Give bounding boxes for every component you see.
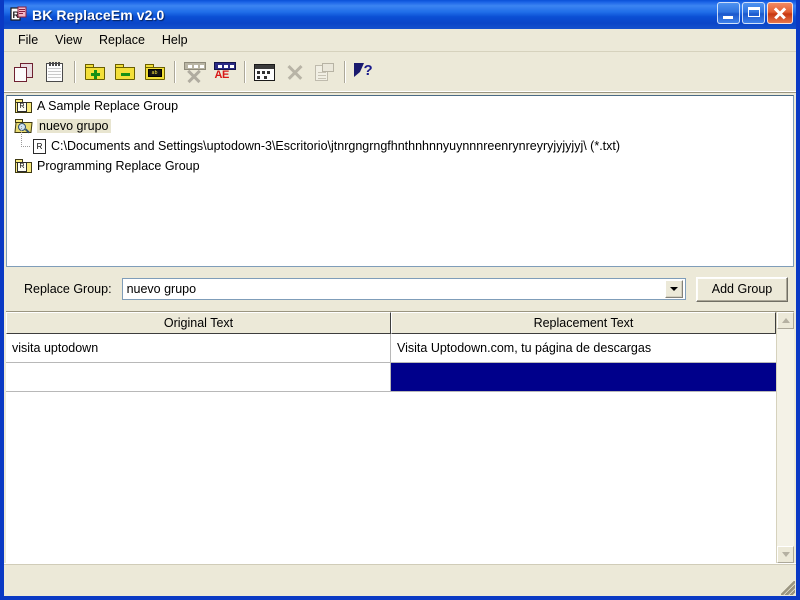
add-group-button[interactable]: Add Group: [696, 276, 788, 302]
app-icon[interactable]: R: [10, 6, 28, 24]
scroll-up-arrow-icon[interactable]: [777, 312, 794, 329]
new-notepad-icon: [46, 61, 63, 82]
copy-documents-button[interactable]: [11, 59, 38, 85]
add-group-folder-icon: [84, 64, 105, 80]
tree-node-label: A Sample Replace Group: [37, 99, 179, 113]
minimize-icon: [723, 16, 733, 19]
replacements-grid-wrapper: Original Text Replacement Text visita up…: [6, 311, 794, 563]
tree-node-programming-group[interactable]: R Programming Replace Group: [7, 156, 793, 176]
remove-file-icon: [286, 63, 304, 81]
toolbar-separator-4: [344, 61, 346, 83]
scrollbar-track[interactable]: [777, 329, 794, 546]
edit-replacement-ae-button[interactable]: AE: [211, 59, 238, 85]
table-row[interactable]: visita uptodown Visita Uptodown.com, tu …: [6, 334, 776, 363]
menu-item-file[interactable]: File: [10, 30, 47, 50]
edit-replacement-ae-icon: AE: [213, 62, 236, 82]
tree-node-label: nuevo grupo: [37, 119, 111, 133]
add-group-folder-button[interactable]: [81, 59, 108, 85]
copy-documents-icon: [14, 62, 35, 82]
replace-group-label: Replace Group:: [24, 282, 112, 296]
remove-file-button: [281, 59, 308, 85]
client-area: File View Replace Help ab AE ? R A Sampl…: [4, 29, 796, 596]
grid-body: visita uptodown Visita Uptodown.com, tu …: [6, 334, 776, 563]
context-help-button[interactable]: ?: [351, 59, 378, 85]
toolbar-separator-2: [174, 61, 176, 83]
maximize-button[interactable]: [742, 2, 765, 24]
table-row[interactable]: [6, 363, 776, 392]
replacements-grid: Original Text Replacement Text visita up…: [6, 312, 794, 563]
replace-group-row: Replace Group: nuevo grupo Add Group: [4, 267, 796, 311]
tree-node-label: C:\Documents and Settings\uptodown-3\Esc…: [51, 139, 621, 153]
menu-bar: File View Replace Help: [4, 29, 796, 52]
status-bar: [4, 563, 796, 596]
grid-main: Original Text Replacement Text visita up…: [6, 312, 776, 563]
toolbar-separator-3: [244, 61, 246, 83]
tree-node-file-path[interactable]: R C:\Documents and Settings\uptodown-3\E…: [7, 126, 793, 156]
file-list-window-icon: [254, 63, 275, 81]
file-properties-button: [311, 59, 338, 85]
remove-group-folder-button[interactable]: [111, 59, 138, 85]
replace-group-tree[interactable]: R A Sample Replace Group nuevo grupo R C…: [6, 95, 794, 267]
delete-replacement-button: [181, 59, 208, 85]
replace-group-folder-icon: R: [15, 159, 32, 173]
edit-group-folder-button[interactable]: ab: [141, 59, 168, 85]
scroll-down-arrow-icon[interactable]: [777, 546, 794, 563]
cell-replacement-text[interactable]: Visita Uptodown.com, tu página de descar…: [391, 334, 776, 363]
chevron-down-icon[interactable]: [665, 280, 683, 298]
resize-grip-icon[interactable]: [781, 581, 795, 595]
cell-original-text[interactable]: [6, 363, 391, 392]
new-notepad-button[interactable]: [41, 59, 68, 85]
column-header-replacement-text[interactable]: Replacement Text: [391, 312, 776, 334]
replace-group-combobox[interactable]: nuevo grupo: [121, 278, 686, 300]
toolbar: ab AE ?: [4, 52, 796, 93]
menu-item-help[interactable]: Help: [154, 30, 197, 50]
tree-node-sample-group[interactable]: R A Sample Replace Group: [7, 96, 793, 116]
application-window: R BK ReplaceEm v2.0 File View Replace He…: [0, 0, 800, 600]
column-header-original-text[interactable]: Original Text: [6, 312, 391, 334]
tree-connector-line: [21, 126, 33, 156]
grid-vertical-scrollbar[interactable]: [776, 312, 794, 563]
close-button[interactable]: [767, 2, 793, 24]
file-list-window-button[interactable]: [251, 59, 278, 85]
cell-replacement-text-selected[interactable]: [391, 363, 776, 392]
delete-replacement-icon: [183, 62, 206, 82]
window-title: BK ReplaceEm v2.0: [32, 6, 165, 23]
cell-original-text[interactable]: visita uptodown: [6, 334, 391, 363]
context-help-icon: ?: [353, 62, 376, 82]
grid-header-row: Original Text Replacement Text: [6, 312, 776, 334]
menu-item-replace[interactable]: Replace: [91, 30, 154, 50]
minimize-button[interactable]: [717, 2, 740, 24]
toolbar-separator-1: [74, 61, 76, 83]
title-bar[interactable]: R BK ReplaceEm v2.0: [4, 0, 796, 29]
replace-group-folder-icon: R: [15, 99, 32, 113]
tree-node-label: Programming Replace Group: [37, 159, 200, 173]
window-controls: [717, 2, 793, 24]
remove-group-folder-icon: [114, 64, 135, 80]
replace-group-value[interactable]: nuevo grupo: [123, 282, 665, 296]
tree-node-nuevo-grupo[interactable]: nuevo grupo: [7, 116, 793, 136]
replace-file-icon: R: [33, 138, 46, 154]
maximize-icon: [748, 7, 760, 17]
open-replace-group-folder-icon: [14, 119, 33, 133]
edit-group-folder-icon: ab: [144, 64, 165, 80]
file-properties-icon: [315, 63, 334, 81]
menu-item-view[interactable]: View: [47, 30, 91, 50]
